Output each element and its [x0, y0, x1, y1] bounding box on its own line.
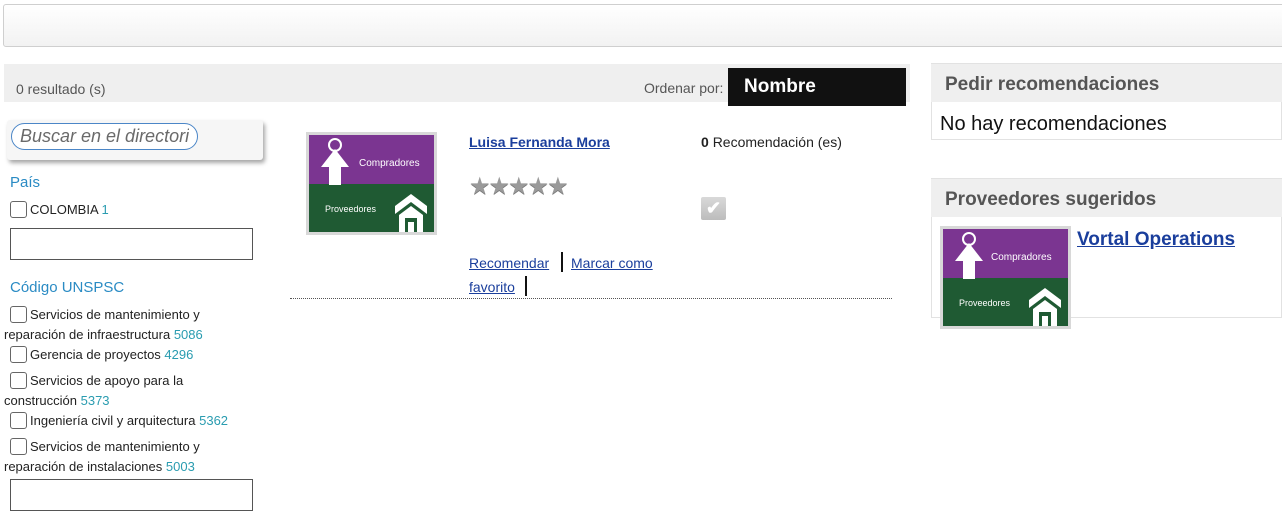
unspsc-option-line2: reparación de instalaciones 5003 [4, 457, 195, 477]
recommendation-number: 0 [701, 134, 709, 150]
country-option-colombia[interactable]: COLOMBIA 1 [10, 200, 109, 220]
option-count: 5003 [165, 459, 195, 474]
suggested-suppliers-title: Proveedores sugeridos [931, 179, 1282, 217]
unspsc-option[interactable]: Servicios de mantenimiento y [10, 305, 200, 325]
option-count: 5362 [199, 413, 229, 428]
arrow-up-icon [955, 232, 983, 279]
logo-bottom-text: Proveedores [959, 298, 1011, 308]
results-count: 0 resultado (s) [16, 81, 106, 97]
directory-search-box [7, 120, 263, 160]
sort-label: Ordenar por: [644, 80, 724, 96]
result-divider [290, 298, 892, 299]
country-filter-title: País [10, 174, 41, 191]
option-label: Servicios de mantenimiento y [30, 307, 200, 322]
checkbox[interactable] [10, 346, 27, 363]
option-count: 4296 [164, 347, 194, 362]
option-label: Ingeniería civil y arquitectura [30, 413, 196, 428]
option-label: Servicios de apoyo para la [30, 373, 184, 388]
checkmark-icon[interactable]: ✔ [701, 197, 726, 220]
results-bar: 0 resultado (s) Ordenar por: Nombre [4, 64, 910, 106]
checkbox[interactable] [10, 412, 27, 429]
recommendation-count: 0 Recomendación (es) [701, 134, 842, 150]
logo-bottom-text: Proveedores [325, 204, 377, 214]
sort-select[interactable]: Nombre [728, 68, 906, 106]
suggested-supplier-link[interactable]: Vortal Operations [1077, 229, 1235, 251]
option-label: COLOMBIA [30, 202, 98, 217]
recommendation-label: Recomendación (es) [712, 134, 842, 150]
separator [561, 252, 563, 272]
unspsc-option[interactable]: Servicios de mantenimiento y [10, 437, 200, 457]
unspsc-option[interactable]: Ingeniería civil y arquitectura 5362 [10, 411, 228, 431]
checkbox[interactable] [10, 306, 27, 323]
separator [525, 276, 527, 296]
country-filter-input[interactable] [10, 228, 253, 260]
top-toolbar [3, 4, 1282, 47]
no-recommendations-text: No hay recomendaciones [940, 113, 1167, 135]
rating-stars[interactable]: ★★★★★ [469, 172, 569, 201]
unspsc-option[interactable]: Gerencia de proyectos 4296 [10, 345, 193, 365]
option-label: Gerencia de proyectos [30, 347, 161, 362]
house-icon [1029, 288, 1061, 326]
unspsc-option-line2: reparación de infraestructura 5086 [4, 325, 203, 345]
unspsc-option[interactable]: Servicios de apoyo para la [10, 371, 183, 391]
house-icon [395, 194, 427, 232]
checkbox[interactable] [10, 438, 27, 455]
unspsc-filter-title: Código UNSPSC [10, 279, 125, 296]
supplier-logo[interactable]: Compradores Proveedores [306, 132, 437, 235]
option-label: Servicios de mantenimiento y [30, 439, 200, 454]
option-label: reparación de infraestructura [4, 327, 171, 342]
option-count: 1 [101, 202, 109, 217]
option-count: 5086 [173, 327, 203, 342]
recommend-link[interactable]: Recomendar [469, 255, 549, 271]
logo-top-text: Compradores [991, 252, 1052, 263]
favorite-link-continuation[interactable]: favorito [469, 279, 515, 295]
option-label: construcción [4, 393, 77, 408]
directory-search-input[interactable] [11, 123, 198, 150]
unspsc-option-line2: construcción 5373 [4, 391, 110, 411]
option-count: 5373 [80, 393, 110, 408]
unspsc-filter-input[interactable] [10, 479, 253, 511]
suggested-supplier-logo[interactable]: Compradores Proveedores [940, 226, 1071, 329]
supplier-name-link[interactable]: Luisa Fernanda Mora [469, 134, 610, 150]
checkbox[interactable] [10, 201, 27, 218]
option-label: reparación de instalaciones [4, 459, 163, 474]
recommendations-panel-title: Pedir recomendaciones [931, 64, 1282, 102]
arrow-up-icon [321, 138, 349, 185]
checkbox[interactable] [10, 372, 27, 389]
favorite-link[interactable]: Marcar como [571, 255, 653, 271]
logo-top-text: Compradores [359, 158, 420, 169]
